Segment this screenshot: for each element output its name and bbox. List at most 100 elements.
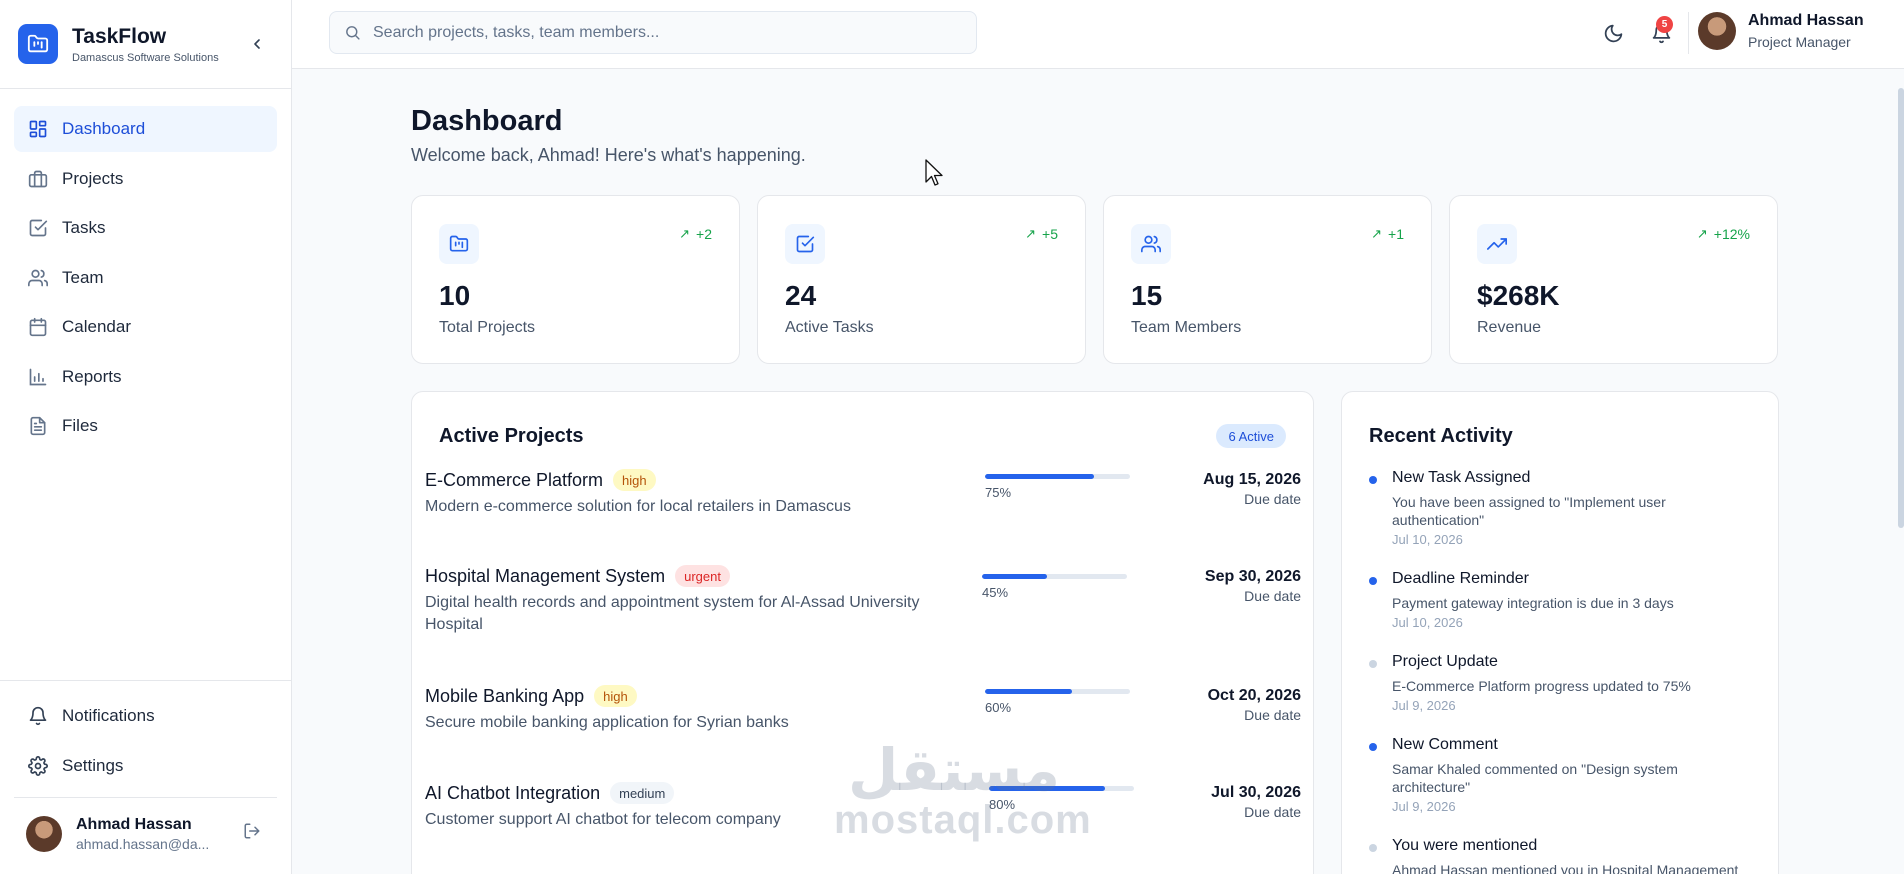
briefcase-icon [27, 168, 49, 190]
activity-item[interactable]: New Comment Samar Khaled commented on "D… [1369, 736, 1749, 816]
sidebar-item-label: Tasks [62, 218, 106, 237]
avatar [26, 815, 62, 852]
sidebar-item-projects[interactable]: Projects [14, 156, 277, 202]
chevron-left-icon [254, 39, 260, 49]
stat-label: Total Projects [439, 319, 536, 336]
sidebar-footer: Notifications Settings Ahmad Hassan ahma… [0, 680, 291, 874]
activity-item[interactable]: New Task Assigned You have been assigned… [1369, 469, 1749, 549]
folder-kanban-icon [439, 224, 479, 264]
project-row[interactable]: Hospital Management System urgent Digital… [425, 565, 1301, 637]
header-user-menu[interactable]: Ahmad Hassan Project Manager [1698, 12, 1864, 50]
mouse-cursor-icon [925, 159, 943, 186]
sidebar-item-dashboard[interactable]: Dashboard [14, 106, 277, 152]
sidebar-user-name: Ahmad Hassan [76, 815, 192, 833]
trending-up-icon [1477, 224, 1517, 264]
collapse-sidebar-button[interactable] [245, 32, 269, 56]
due-date: Jul 30, 2026 [1211, 784, 1301, 801]
sidebar-item-files[interactable]: Files [14, 403, 277, 449]
sidebar-user[interactable]: Ahmad Hassan ahmad.hassan@da... [14, 796, 277, 852]
activity-item[interactable]: You were mentioned Ahmad Hassan mentione… [1369, 837, 1749, 874]
sidebar-item-label: Settings [62, 755, 124, 775]
brand-logo-icon [18, 24, 58, 64]
project-row[interactable]: E-Commerce Platform high Modern e-commerc… [425, 469, 1301, 529]
stat-card-revenue: ↗ +12% $268K Revenue [1449, 195, 1778, 364]
active-count-badge: 6 Active [1216, 424, 1286, 448]
stat-label: Active Tasks [785, 319, 874, 336]
logout-icon[interactable] [243, 822, 261, 845]
progress-label: 75% [985, 485, 1012, 500]
watermark-text: mostaql.com [834, 798, 1092, 842]
activity-title: Deadline Reminder [1392, 570, 1529, 587]
sidebar-item-team[interactable]: Team [14, 255, 277, 301]
due-label: Due date [1244, 588, 1301, 604]
file-icon [27, 415, 49, 437]
project-description: Secure mobile banking application for Sy… [425, 714, 789, 731]
stat-value: $268K [1477, 280, 1560, 311]
sidebar-item-label: Projects [62, 168, 124, 188]
brand: TaskFlow Damascus Software Solutions [0, 0, 291, 89]
brand-subtitle: Damascus Software Solutions [72, 51, 219, 64]
project-name: AI Chatbot Integration [425, 782, 601, 803]
check-square-icon [785, 224, 825, 264]
priority-badge: urgent [675, 565, 730, 587]
avatar [1698, 12, 1736, 50]
progress-label: 60% [985, 700, 1012, 715]
progress-bar: 75% [985, 474, 1130, 500]
activity-item[interactable]: Deadline Reminder Payment gateway integr… [1369, 570, 1749, 632]
due-info: Jul 30, 2026 Due date [1211, 784, 1301, 820]
sidebar-user-email: ahmad.hassan@da... [76, 835, 210, 852]
due-label: Due date [1244, 491, 1301, 507]
sidebar-item-label: Calendar [62, 317, 131, 336]
search-box[interactable] [329, 11, 977, 54]
sidebar-item-reports[interactable]: Reports [14, 354, 277, 400]
activity-time: Jul 9, 2026 [1392, 698, 1456, 713]
search-input[interactable] [373, 23, 953, 42]
stat-card-active-tasks: ↗ +5 24 Active Tasks [757, 195, 1086, 364]
unread-dot [1369, 577, 1377, 585]
page-subtitle: Welcome back, Ahmad! Here's what's happe… [411, 145, 806, 165]
due-label: Due date [1244, 804, 1301, 820]
activity-title: You were mentioned [1392, 837, 1538, 854]
project-description: Modern e-commerce solution for local ret… [425, 498, 851, 515]
watermark-logo: مستقل [847, 736, 1061, 804]
arrow-up-right-icon: ↗ [679, 226, 691, 241]
gear-icon [27, 755, 49, 777]
notification-count-badge: 5 [1656, 16, 1673, 33]
page-scrollbar[interactable] [1898, 88, 1904, 528]
project-name: E-Commerce Platform [425, 469, 604, 490]
calendar-icon [27, 316, 49, 338]
stat-value: 24 [785, 280, 817, 311]
stat-label: Revenue [1477, 319, 1542, 336]
sidebar-nav: Dashboard Projects Tasks Team Calendar R… [0, 89, 291, 449]
theme-toggle-button[interactable] [1600, 20, 1626, 46]
sidebar-item-settings[interactable]: Settings [14, 743, 277, 789]
unread-dot [1369, 660, 1377, 668]
activity-item[interactable]: Project Update E-Commerce Platform progr… [1369, 653, 1749, 715]
panel-title: Active Projects [439, 425, 584, 447]
sidebar-item-notifications[interactable]: Notifications [14, 693, 277, 739]
sidebar-item-tasks[interactable]: Tasks [14, 205, 277, 251]
activity-title: New Task Assigned [1392, 469, 1531, 486]
progress-bar: 45% [982, 574, 1127, 600]
stat-value: 15 [1131, 280, 1163, 311]
sidebar-item-label: Files [62, 416, 98, 435]
sidebar: TaskFlow Damascus Software Solutions Das… [0, 0, 292, 874]
activity-time: Jul 10, 2026 [1392, 615, 1463, 630]
project-description: Digital health records and appointment s… [425, 594, 920, 633]
stat-change: ↗ +12% [1696, 226, 1750, 242]
arrow-up-right-icon: ↗ [1696, 226, 1708, 241]
stat-change: ↗ +1 [1371, 226, 1404, 242]
due-date: Sep 30, 2026 [1204, 568, 1301, 585]
sidebar-item-label: Dashboard [62, 119, 146, 138]
priority-badge: medium [610, 782, 675, 804]
header-divider [1688, 12, 1689, 54]
top-bar: 5 Ahmad Hassan Project Manager [292, 0, 1904, 69]
sidebar-item-label: Notifications [62, 706, 155, 725]
due-date: Oct 20, 2026 [1207, 687, 1301, 704]
sidebar-item-calendar[interactable]: Calendar [14, 304, 277, 350]
activity-description: Ahmad Hassan mentioned you in Hospital M… [1392, 862, 1739, 874]
panel-title: Recent Activity [1369, 425, 1513, 447]
watermark: مستقل mostaql.com [834, 736, 1092, 850]
activity-title: New Comment [1392, 736, 1498, 753]
due-info: Sep 30, 2026 Due date [1205, 568, 1301, 604]
